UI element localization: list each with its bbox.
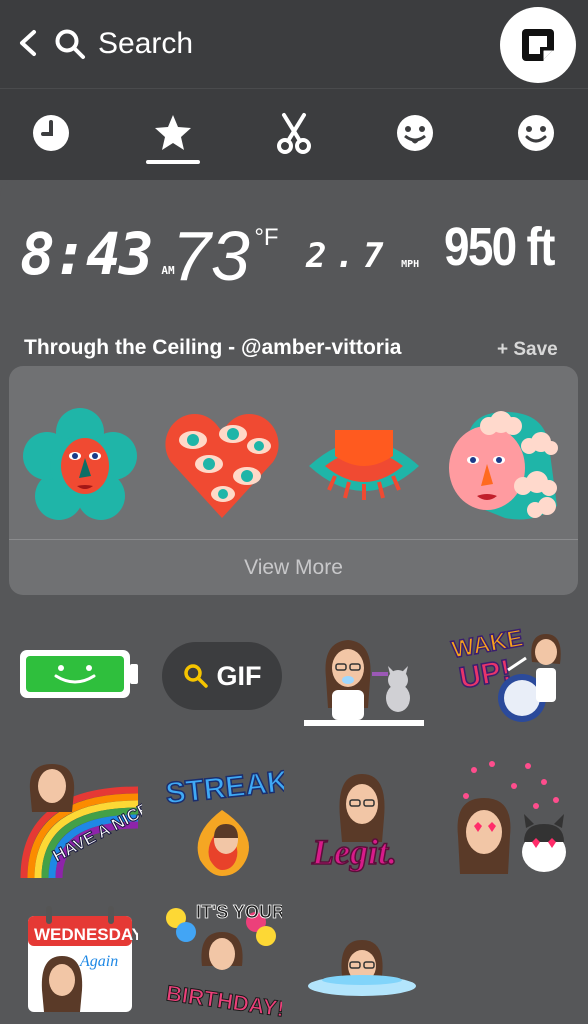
altitude-value: 950 ft bbox=[444, 217, 555, 277]
wednesday-text: WEDNESDAY bbox=[34, 925, 138, 944]
sticker-flower-face[interactable] bbox=[21, 406, 139, 524]
sticker-eye-heart[interactable] bbox=[163, 406, 281, 524]
bitmoji-wake-up[interactable]: WAKE UP! bbox=[446, 618, 576, 730]
bitmoji-pool[interactable] bbox=[306, 936, 418, 1000]
bitmoji-rainbow-art: HAVE A NICE DAY bbox=[20, 764, 189, 879]
bitmoji-heart-eyes-cat[interactable] bbox=[444, 756, 576, 878]
bitmoji-wake-up-art: WAKE UP! bbox=[449, 624, 561, 722]
streak-text: STREAK bbox=[164, 765, 284, 811]
sticker-icon bbox=[522, 29, 554, 61]
speed-unit: MPH bbox=[401, 259, 420, 270]
bitmoji-pool-art bbox=[308, 940, 416, 996]
bitmoji-brushing-teeth[interactable] bbox=[302, 628, 426, 732]
battery-sticker[interactable] bbox=[16, 626, 144, 722]
search-field[interactable]: Search bbox=[54, 22, 193, 66]
active-tab-indicator bbox=[146, 160, 200, 164]
bitmoji-legit-art: Legit. bbox=[310, 774, 398, 873]
sticker-pack-title: Through the Ceiling - @amber-vittoria bbox=[24, 336, 402, 359]
bitmoji-wednesday-again[interactable]: WEDNESDAY Again bbox=[22, 902, 144, 1014]
speed-sticker[interactable]: 2.7 MPH bbox=[306, 236, 419, 276]
category-bar bbox=[0, 88, 588, 180]
tab-recent[interactable] bbox=[29, 111, 73, 155]
bitmoji-birthday[interactable]: IT'S YOUR BIRTHDAY! bbox=[162, 896, 286, 1023]
legit-text: Legit. bbox=[311, 832, 397, 872]
smiley-icon bbox=[518, 115, 554, 151]
bitmoji-legit[interactable]: Legit. bbox=[306, 768, 418, 876]
back-button[interactable] bbox=[12, 26, 46, 60]
bitmoji-nice-day[interactable]: HAVE A NICE DAY bbox=[20, 760, 189, 879]
flower-face-sticker-art bbox=[23, 408, 137, 520]
time-value: 8:43 bbox=[20, 220, 154, 288]
search-label: Search bbox=[98, 27, 194, 60]
scissors-icon bbox=[277, 113, 311, 154]
gif-search-icon bbox=[183, 664, 208, 688]
face-tongue-icon bbox=[397, 115, 433, 151]
sticker-pack-card: View More bbox=[9, 366, 578, 595]
bitmoji-brushing-art bbox=[304, 640, 424, 726]
search-icon bbox=[55, 29, 85, 59]
create-sticker-button[interactable] bbox=[500, 7, 576, 83]
tab-favorites[interactable] bbox=[151, 111, 195, 155]
view-more-button[interactable]: View More bbox=[9, 540, 578, 595]
geo-sticker-row: 8:43 AM 73 °F 2.7 MPH 950 ft bbox=[0, 210, 588, 295]
tab-cutouts[interactable] bbox=[272, 111, 316, 155]
sticker-cloud-head[interactable] bbox=[445, 406, 563, 524]
cloud-head-sticker-art bbox=[449, 411, 558, 520]
birthday-text: BIRTHDAY! bbox=[165, 980, 282, 1018]
again-text: Again bbox=[79, 953, 118, 970]
sticker-panel bbox=[0, 180, 588, 1024]
bitmoji-birthday-art: IT'S YOUR BIRTHDAY! bbox=[164, 902, 286, 1023]
time-sticker[interactable]: 8:43 AM bbox=[20, 220, 175, 288]
bitmoji-calendar-art: WEDNESDAY Again bbox=[28, 906, 144, 1012]
bitmoji-streak-art: STREAK bbox=[163, 764, 291, 876]
chevron-left-icon bbox=[20, 30, 36, 56]
top-bar: Search bbox=[0, 0, 588, 88]
battery-smile-sticker-art bbox=[20, 650, 138, 698]
bitmoji-heart-eyes-art bbox=[457, 761, 566, 874]
save-pack-button[interactable]: + Save bbox=[497, 339, 558, 361]
temperature-value: 73 bbox=[172, 217, 250, 295]
speed-value: 2.7 bbox=[306, 236, 392, 276]
sticker-eye-lashes[interactable] bbox=[305, 406, 423, 524]
eye-lashes-sticker-art bbox=[309, 430, 419, 500]
tab-bitmoji[interactable] bbox=[393, 111, 437, 155]
eye-heart-sticker-art bbox=[165, 414, 279, 518]
temperature-sticker[interactable]: 73 °F bbox=[172, 216, 279, 296]
tab-emoji[interactable] bbox=[514, 111, 558, 155]
bitmoji-streak[interactable]: STREAK bbox=[160, 764, 291, 880]
temperature-unit: °F bbox=[254, 224, 279, 251]
altitude-sticker[interactable]: 950 ft bbox=[444, 216, 573, 278]
gif-label: GIF bbox=[216, 660, 262, 691]
clock-icon bbox=[33, 115, 69, 151]
its-your-text: IT'S YOUR bbox=[196, 902, 282, 922]
star-icon bbox=[155, 115, 191, 150]
gif-search-button[interactable]: GIF bbox=[162, 642, 282, 710]
